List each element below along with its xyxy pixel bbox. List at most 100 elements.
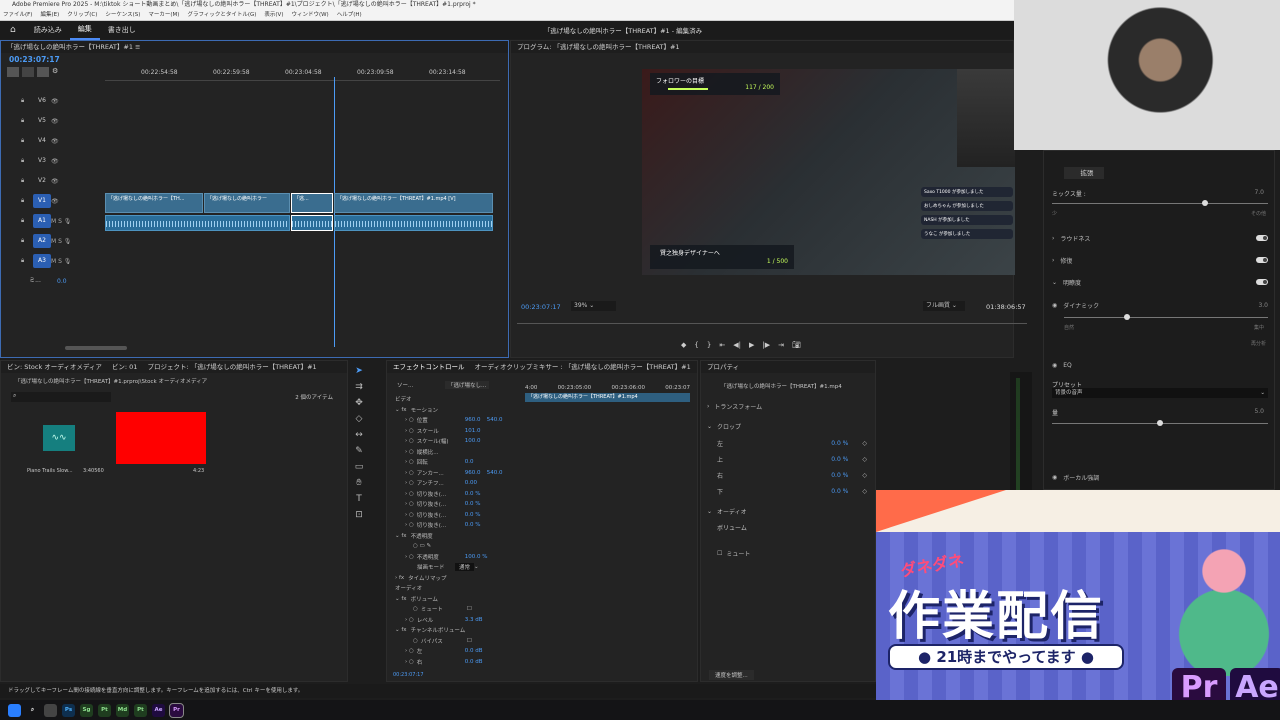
painter-icon[interactable]: Pt <box>98 703 111 717</box>
reanalyze-button[interactable]: 再分析 <box>1251 340 1266 347</box>
tab-project[interactable]: プロジェクト: 「逃げ場なしの絶叫ホラー【THREAT】#1 <box>147 361 316 373</box>
video-clip[interactable]: 「逃げ場なしの絶叫ホラー <box>204 193 290 213</box>
go-out-icon[interactable]: ⇥ <box>778 341 784 349</box>
lock-icon[interactable]: 🔒︎ <box>21 117 33 125</box>
modeler-icon[interactable]: Md <box>116 703 129 717</box>
audio-clip-selected[interactable] <box>291 215 333 231</box>
lock-icon[interactable]: 🔒︎ <box>21 197 33 205</box>
repair-toggle[interactable] <box>1256 257 1268 263</box>
rectangle-icon[interactable]: ▭ <box>352 460 366 474</box>
menu-item[interactable]: ウィンドウ(W) <box>291 10 328 20</box>
eye-icon[interactable]: 👁 <box>51 138 59 145</box>
fx-property-row[interactable]: › ○ スケール 101.0 <box>395 426 523 437</box>
tab-export[interactable]: 書き出し <box>100 21 144 39</box>
settings-icon[interactable]: ⚙ <box>52 67 58 77</box>
red-thumbnail[interactable] <box>116 412 206 464</box>
painter-icon[interactable]: Pt <box>134 703 147 717</box>
seq-tab[interactable]: 「逃げ場なし... <box>445 381 490 389</box>
speed-button[interactable]: 速度を調整... <box>709 670 754 680</box>
ripple-edit-icon[interactable]: ✥ <box>352 396 366 410</box>
home-icon[interactable]: ⌂ <box>0 25 26 35</box>
slip-icon[interactable]: ↔ <box>352 428 366 442</box>
eye-icon[interactable]: 👁 <box>51 198 59 205</box>
tab-bin-01[interactable]: ビン: 01 <box>112 361 138 373</box>
source-tab[interactable]: ソー... <box>397 381 413 389</box>
hand-icon[interactable]: ✋︎ <box>352 476 366 490</box>
fx-property-row[interactable]: › ○ 切り抜き(... 0.0 % <box>395 499 523 510</box>
program-video[interactable]: フォロワーの目標 117 / 200 Saxo T1000 が参加しました おし… <box>642 69 1015 275</box>
crop-row[interactable]: 上 0.0 % ◇ <box>717 451 867 467</box>
fx-property-row[interactable]: › ○ スケール(幅) 100.0 <box>395 436 523 447</box>
properties-tab[interactable]: プロパティ <box>701 361 875 373</box>
caption-icon[interactable]: ⊡ <box>352 508 366 522</box>
crop-row[interactable]: 左 0.0 % ◇ <box>717 435 867 451</box>
clarity-toggle[interactable] <box>1256 279 1268 285</box>
fx-property-row[interactable]: › ○ 切り抜き(... 0.0 % <box>395 489 523 500</box>
fx-property-row[interactable]: › ○ 縦横比... <box>395 447 523 458</box>
search-icon[interactable]: ⌕ <box>26 704 39 717</box>
mic-icon[interactable]: M S 🎙 <box>51 218 71 225</box>
fx-property-row[interactable]: › ○ 位置 960.0 540.0 <box>395 415 523 426</box>
fx-property-row[interactable]: › ○ アンチフ... 0.00 <box>395 478 523 489</box>
eye-icon[interactable]: 👁 <box>51 178 59 185</box>
crop-section[interactable]: ⌄ クロップ <box>707 418 741 434</box>
windows-start-icon[interactable] <box>8 703 21 717</box>
link-icon[interactable] <box>22 67 34 77</box>
dynamic-row[interactable]: ◉ ダイナミック 3.0 <box>1052 297 1268 313</box>
program-tab[interactable]: プログラム: 「逃げ場なしの絶叫ホラー【THREAT】#1 <box>511 41 1013 53</box>
menu-item[interactable]: ファイル(F) <box>3 10 32 20</box>
menu-item[interactable]: 編集(E) <box>40 10 59 20</box>
timeline-ruler[interactable]: 00:22:54:58 00:22:59:58 00:23:04:58 00:2… <box>105 67 500 81</box>
tab-audio-mixer[interactable]: オーディオクリップミキサー : 「逃げ場なしの絶叫ホラー【THREAT】#1 <box>475 361 691 373</box>
photoshop-icon[interactable]: Ps <box>62 703 75 717</box>
dynamic-slider[interactable] <box>1064 314 1268 320</box>
lock-icon[interactable]: 🔒︎ <box>21 157 33 165</box>
section-repair[interactable]: › 修復 <box>1052 252 1268 268</box>
transform-section[interactable]: › トランスフォーム <box>707 398 762 414</box>
marker-icon[interactable]: ◆ <box>681 341 686 349</box>
lock-icon[interactable]: 🔒︎ <box>21 97 33 105</box>
mix-amount-value[interactable]: 7.0 <box>1254 189 1264 196</box>
video-clip[interactable]: 「逃げ場なしの絶叫ホラー【TH... <box>105 193 203 213</box>
selection-tool-icon[interactable]: ➤ <box>352 364 366 378</box>
fx-property-row[interactable]: › ○ アンカー... 960.0 540.0 <box>395 468 523 479</box>
play-icon[interactable]: ▶ <box>749 341 754 349</box>
program-scrubber[interactable] <box>517 323 1027 324</box>
fx-clip-bar[interactable]: 「逃げ場なしの絶叫ホラー【THREAT】#1.mp4 <box>525 393 690 402</box>
mic-icon[interactable]: M S 🎙 <box>51 238 71 245</box>
track-select-icon[interactable]: ⇉ <box>352 380 366 394</box>
zoom-select[interactable]: 39% ⌄ <box>571 301 616 311</box>
bin-search[interactable]: ⌕ <box>11 392 111 402</box>
amount-value[interactable]: 5.0 <box>1254 408 1264 415</box>
taskview-icon[interactable] <box>44 703 57 717</box>
lock-icon[interactable]: 🔒︎ <box>21 237 33 245</box>
audio-clip[interactable] <box>334 215 493 231</box>
audio-section[interactable]: ⌄ オーディオ <box>707 503 747 519</box>
menu-item[interactable]: クリップ(C) <box>67 10 97 20</box>
section-loudness[interactable]: › ラウドネス <box>1052 230 1268 246</box>
fx-property-row[interactable]: › ○ 切り抜き(... 0.0 % <box>395 520 523 531</box>
menu-item[interactable]: シーケンス(S) <box>105 10 140 20</box>
timeline-scrollbar[interactable] <box>65 346 127 350</box>
lock-icon[interactable]: 🔒︎ <box>21 257 33 265</box>
step-back-icon[interactable]: ◀| <box>733 341 741 349</box>
fx-ruler[interactable]: 4:00 00:23:05:00 00:23:06:00 00:23:07 <box>525 385 690 391</box>
eq-row[interactable]: ◉ EQ <box>1052 357 1072 373</box>
timeline-tab[interactable]: 「逃げ場なしの絶叫ホラー【THREAT】#1 ≡ <box>1 41 508 53</box>
amount-slider[interactable] <box>1052 420 1268 426</box>
fx-property-row[interactable]: › ○ 回転 0.0 <box>395 457 523 468</box>
preset-select[interactable]: 背景の音声 ⌄ <box>1052 388 1268 398</box>
eye-icon[interactable]: 👁 <box>51 98 59 105</box>
premiere-icon[interactable]: Pr <box>169 702 184 718</box>
audio-thumbnail[interactable]: ∿∿ <box>43 425 75 451</box>
lock-icon[interactable]: 🔒︎ <box>21 217 33 225</box>
crop-row[interactable]: 右 0.0 % ◇ <box>717 467 867 483</box>
in-icon[interactable]: { <box>694 341 698 349</box>
fx-property-row[interactable]: › ○ 切り抜き(... 0.0 % <box>395 510 523 521</box>
pen-icon[interactable]: ✎ <box>352 444 366 458</box>
tab-effect-controls[interactable]: エフェクトコントロール <box>393 361 465 373</box>
after-effects-icon[interactable]: Ae <box>152 703 165 717</box>
marker-icon[interactable] <box>37 67 49 77</box>
mic-icon[interactable]: M S 🎙 <box>51 258 71 265</box>
menu-item[interactable]: マーカー(M) <box>148 10 179 20</box>
